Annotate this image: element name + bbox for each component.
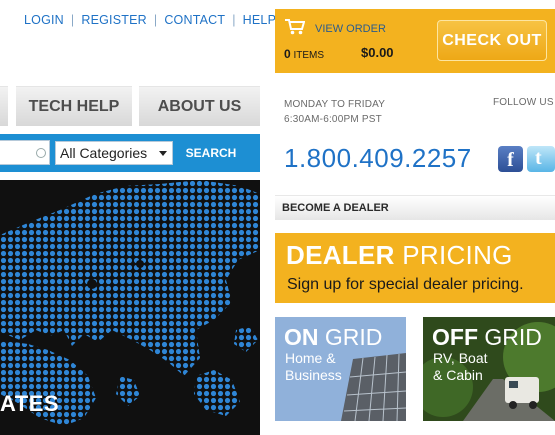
tab-about-us[interactable]: ABOUT US: [139, 86, 260, 126]
follow-us-label: FOLLOW US: [493, 97, 554, 108]
business-hours: MONDAY TO FRIDAY 6:30AM-6:00PM PST: [284, 97, 385, 127]
dropdown-arrow-icon: [159, 151, 167, 156]
cart-box: VIEW ORDER 0 ITEMS $0.00 CHECK OUT: [275, 9, 555, 73]
twitter-icon[interactable]: t: [527, 146, 555, 172]
facebook-icon[interactable]: f: [498, 146, 523, 172]
tab-tech-help[interactable]: TECH HELP: [16, 86, 132, 126]
checkout-button[interactable]: CHECK OUT: [437, 20, 547, 61]
register-link[interactable]: REGISTER: [81, 13, 147, 27]
nav-tab-partial[interactable]: [0, 86, 8, 126]
category-selected-value: All Categories: [60, 145, 148, 161]
search-icon: [36, 148, 46, 158]
off-grid-subtitle: RV, Boat & Cabin: [433, 350, 488, 383]
on-grid-tile[interactable]: ON GRID Home & Business: [275, 317, 406, 421]
on-grid-subtitle: Home & Business: [285, 350, 342, 383]
top-links: LOGIN | REGISTER | CONTACT | HELP: [24, 13, 277, 27]
cart-total: $0.00: [361, 45, 394, 60]
dealer-pricing-banner[interactable]: DEALER PRICING Sign up for special deale…: [275, 233, 555, 303]
hero-caption: ATES: [0, 391, 60, 416]
cart-icon[interactable]: [285, 19, 305, 35]
login-link[interactable]: LOGIN: [24, 13, 64, 27]
become-dealer-link[interactable]: BECOME A DEALER: [275, 195, 555, 220]
view-order-link[interactable]: VIEW ORDER: [315, 23, 386, 35]
contact-link[interactable]: CONTACT: [164, 13, 225, 27]
cart-item-count: 0 ITEMS: [284, 47, 325, 61]
search-bar: All Categories SEARCH: [0, 134, 260, 172]
phone-number[interactable]: 1.800.409.2257: [284, 143, 472, 174]
on-grid-title: ON GRID: [284, 324, 383, 350]
off-grid-tile[interactable]: OFF GRID RV, Boat & Cabin: [423, 317, 555, 421]
hours-time: 6:30AM-6:00PM PST: [284, 114, 382, 125]
search-button[interactable]: SEARCH: [180, 141, 242, 165]
dealer-pricing-subtitle: Sign up for special dealer pricing.: [287, 276, 524, 293]
help-link[interactable]: HELP: [243, 13, 276, 27]
search-input[interactable]: [0, 140, 50, 165]
dealer-pricing-title: DEALER PRICING: [286, 240, 513, 270]
category-select[interactable]: All Categories: [55, 141, 173, 165]
hours-days: MONDAY TO FRIDAY: [284, 99, 386, 110]
off-grid-title: OFF GRID: [432, 324, 542, 350]
